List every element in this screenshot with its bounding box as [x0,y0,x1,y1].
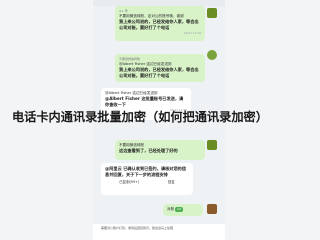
message-text-bold: 这边查看到了，已经处理了好的 [119,148,178,153]
count-badge: 02 [175,207,184,212]
message-text-bold: 我上来公司说的，已经发给你人家，等会出公司对账，要好打了个电话 [119,19,199,30]
message-actions: 已复制(99+) 回复 [105,180,189,185]
message-input-bar[interactable]: 需要对公账户打款，收到后回复我们，我这边马上处理 [93,224,225,240]
message-text-bold: @阿里云 已确认收到已签约，请核对您的信息并回复，关于下一步的流程安排 [105,166,187,177]
message-bubble[interactable]: 不要用微信转账 这边查看到了，已经处理了好的 [115,140,205,160]
page-title: 电话卡内通讯录批量加密（如何把通讯录加密） [12,110,268,124]
avatar[interactable] [207,50,217,60]
message-bubble[interactable]: 4.1 号 不要用微信转账，走对公的账号哦，谢谢 我上来公司说的，已经发给你人家… [115,6,205,41]
avatar[interactable] [207,8,217,18]
reply-button[interactable]: 回复 [168,180,175,185]
avatar[interactable] [207,140,217,150]
message-text-bold: @Albert Fisher 这批量账号已发送，请你查收一下 [105,96,184,107]
message-text: 对账 [167,207,175,211]
copy-button[interactable]: 已复制(99+) [119,180,139,185]
message-time: 09:41 11:56 [183,31,201,35]
message-bubble[interactable]: 对账 02 [163,204,203,216]
message-bubble[interactable]: @阿里云 已确认收到已签约，请核对您的信息并回复，关于下一步的流程安排 已复制(… [101,163,193,195]
message-text: 需要对公账户打款，收到后回复我们，我这边马上处理 [101,226,174,230]
message-text-bold: 我上来公司说的，已经发给你人家，等会出公司对账，要好打了个电话 [119,67,199,78]
message-bubble[interactable]: 不要用微信转账 @Albert Fisher 这边已经发送到 我上来公司说的，已… [115,54,205,82]
avatar[interactable] [207,204,217,214]
